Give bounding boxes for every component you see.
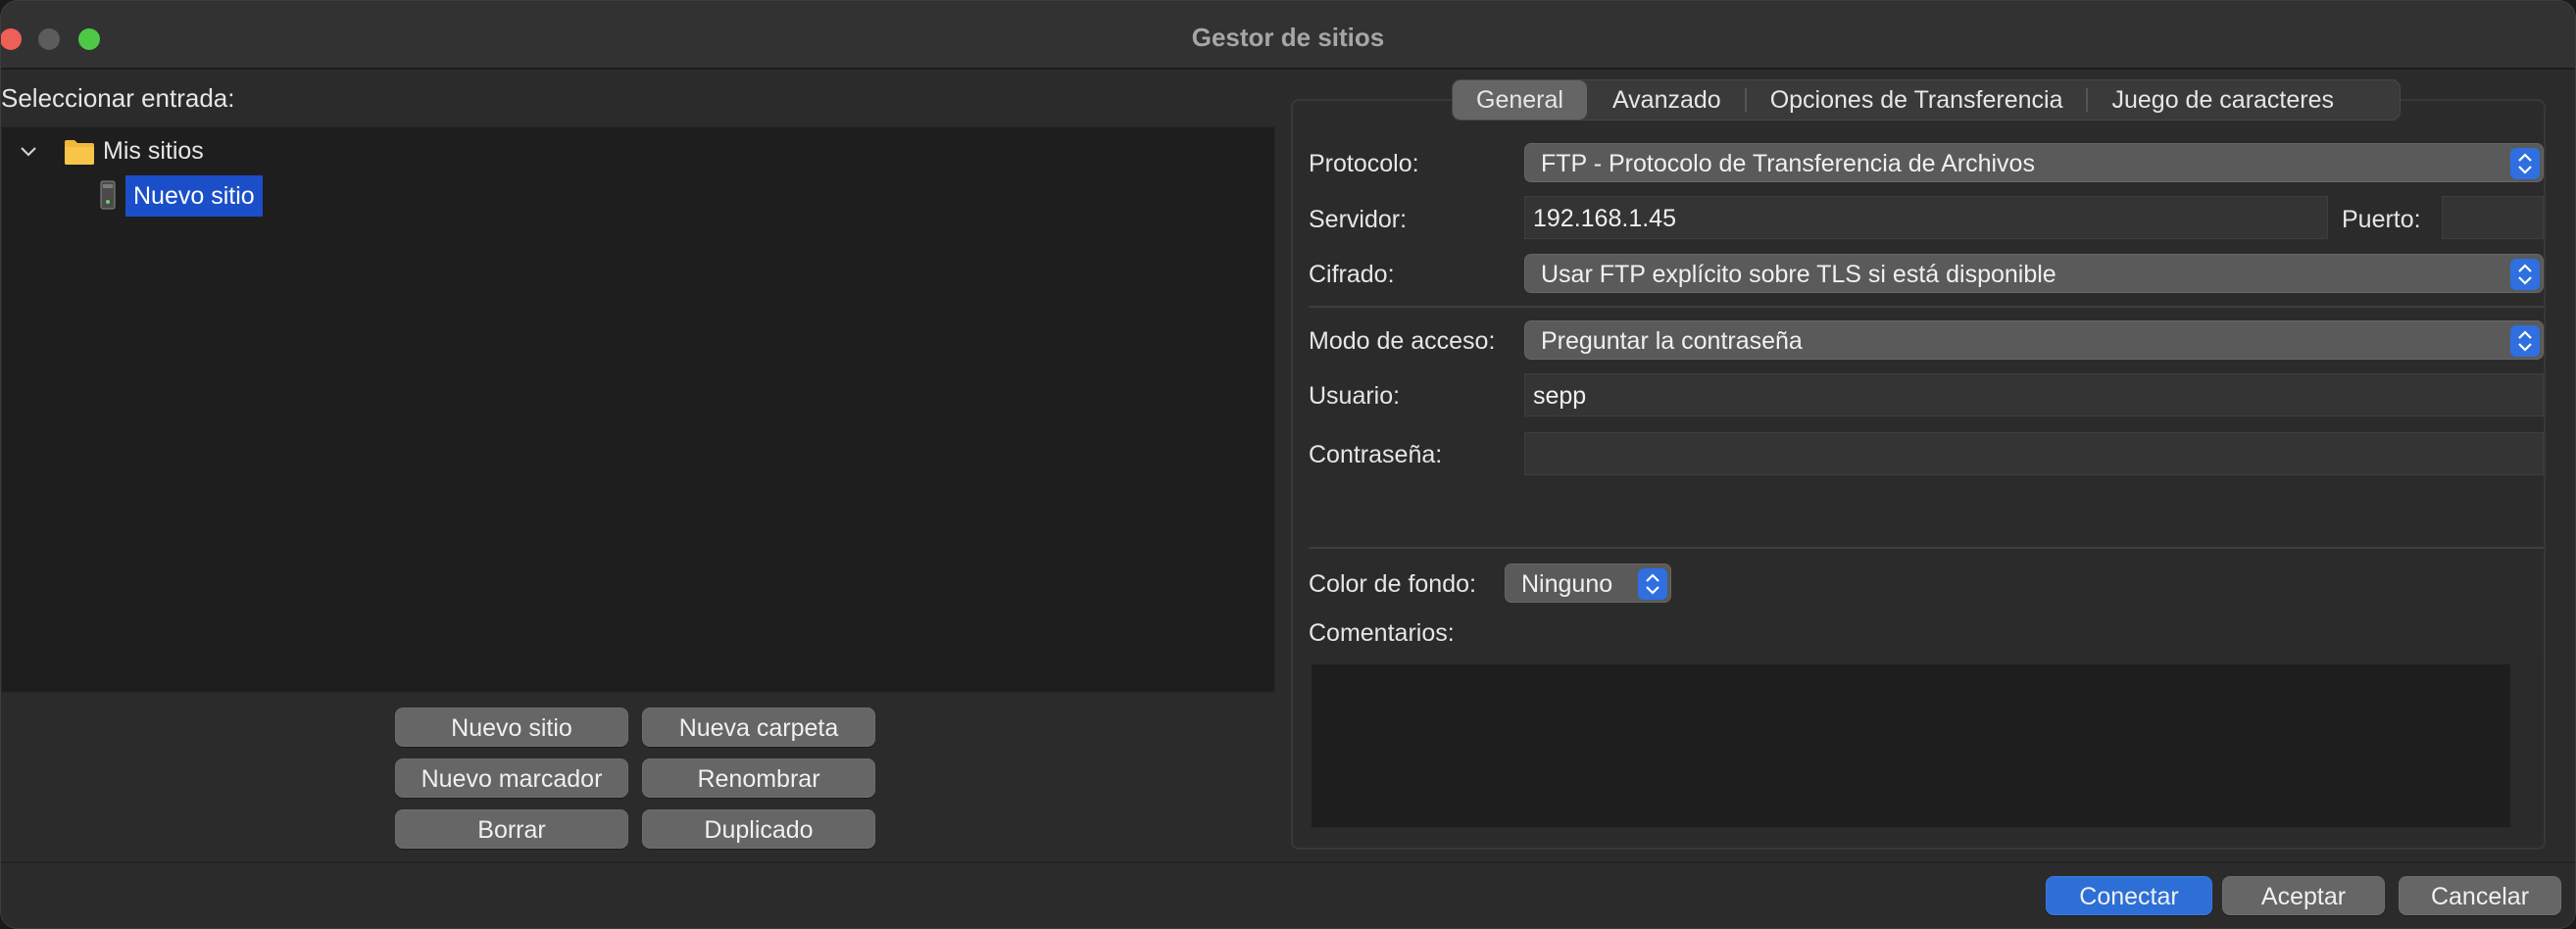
tree-folder-label[interactable]: Mis sitios <box>103 137 204 166</box>
encryption-select[interactable]: Usar FTP explícito sobre TLS si está dis… <box>1524 254 2544 293</box>
up-down-chevron-icon <box>2510 325 2540 357</box>
background-color-label: Color de fondo: <box>1309 570 1476 598</box>
access-mode-select[interactable]: Preguntar la contraseña <box>1524 320 2544 360</box>
protocol-select[interactable]: FTP - Protocolo de Transferencia de Arch… <box>1524 143 2544 182</box>
background-color-select[interactable]: Ninguno <box>1505 563 1671 603</box>
select-entry-label: Seleccionar entrada: <box>1 83 235 113</box>
tab-advanced[interactable]: Avanzado <box>1589 80 1745 120</box>
port-input[interactable] <box>2442 196 2544 239</box>
rename-button[interactable]: Renombrar <box>642 758 875 798</box>
footer-divider <box>1 861 2575 863</box>
server-input[interactable]: 192.168.1.45 <box>1524 196 2328 239</box>
tab-transfer-options[interactable]: Opciones de Transferencia <box>1747 80 2087 120</box>
divider <box>1309 306 2544 308</box>
new-folder-button[interactable]: Nueva carpeta <box>642 708 875 747</box>
accept-button[interactable]: Aceptar <box>2222 876 2385 915</box>
tab-bar: General Avanzado Opciones de Transferenc… <box>1452 79 2401 121</box>
new-bookmark-button[interactable]: Nuevo marcador <box>395 758 628 798</box>
comments-label: Comentarios: <box>1309 619 1455 647</box>
up-down-chevron-icon <box>2510 259 2540 290</box>
port-label: Puerto: <box>2342 206 2421 233</box>
password-label: Contraseña: <box>1309 441 1443 468</box>
access-mode-value: Preguntar la contraseña <box>1541 327 1803 355</box>
encryption-value: Usar FTP explícito sobre TLS si está dis… <box>1541 261 2056 288</box>
new-site-button[interactable]: Nuevo sitio <box>395 708 628 747</box>
password-input[interactable] <box>1524 432 2544 475</box>
site-manager-window: Gestor de sitios Seleccionar entrada: Mi… <box>0 0 2576 929</box>
user-label: Usuario: <box>1309 382 1401 410</box>
delete-button[interactable]: Borrar <box>395 809 628 849</box>
tree-item-new-site[interactable]: Nuevo sitio <box>125 175 263 217</box>
cancel-button[interactable]: Cancelar <box>2399 876 2561 915</box>
chevron-down-icon[interactable] <box>17 140 40 164</box>
up-down-chevron-icon <box>2510 148 2540 179</box>
server-icon <box>100 180 116 210</box>
protocol-label: Protocolo: <box>1309 150 1419 177</box>
background-color-value: Ninguno <box>1521 570 1613 598</box>
tab-charset[interactable]: Juego de caracteres <box>2088 80 2357 120</box>
protocol-value: FTP - Protocolo de Transferencia de Arch… <box>1541 150 2035 177</box>
comments-textarea[interactable] <box>1311 663 2514 828</box>
connect-button[interactable]: Conectar <box>2046 876 2212 915</box>
user-input[interactable]: sepp <box>1524 373 2544 416</box>
comments-scrollbar[interactable] <box>2510 663 2540 828</box>
access-mode-label: Modo de acceso: <box>1309 327 1496 355</box>
window-title: Gestor de sitios <box>1191 23 1385 52</box>
encryption-label: Cifrado: <box>1309 261 1395 288</box>
divider <box>1309 547 2544 549</box>
title-bar: Gestor de sitios <box>1 1 2575 70</box>
server-label: Servidor: <box>1309 206 1408 233</box>
folder-icon <box>65 140 94 165</box>
tab-general[interactable]: General <box>1453 80 1587 120</box>
duplicate-button[interactable]: Duplicado <box>642 809 875 849</box>
up-down-chevron-icon <box>1638 568 1667 600</box>
